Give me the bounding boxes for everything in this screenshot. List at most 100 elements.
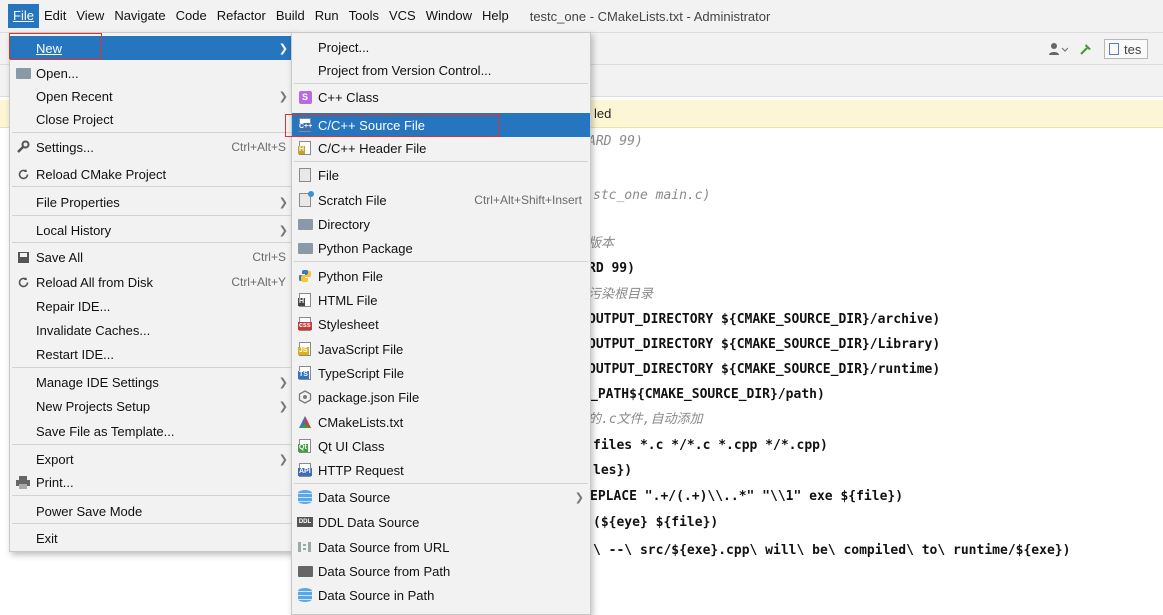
code-line: _PATH${CMAKE_SOURCE_DIR}/path)	[590, 387, 825, 402]
css-file-icon: css	[292, 317, 318, 331]
separator	[12, 495, 292, 496]
menu-item-settings[interactable]: Settings... Ctrl+Alt+S	[10, 135, 294, 159]
class-icon: S	[292, 90, 318, 104]
submenu-arrow-icon: ❯	[278, 376, 288, 389]
user-icon[interactable]	[1048, 39, 1068, 59]
folder-open-icon	[15, 67, 31, 79]
separator	[12, 186, 292, 187]
html-file-icon: H	[292, 293, 318, 307]
new-item-file[interactable]: File	[292, 163, 590, 187]
submenu-arrow-icon: ❯	[278, 90, 288, 103]
new-item-http-request[interactable]: API HTTP Request	[292, 458, 590, 482]
folder-icon	[297, 565, 313, 577]
new-item-ds-url[interactable]: Data Source from URL	[292, 535, 590, 559]
new-item-html-file[interactable]: H HTML File	[292, 288, 590, 312]
menu-item-open-recent[interactable]: Open Recent ❯	[10, 84, 294, 108]
menu-vcs[interactable]: VCS	[384, 4, 421, 28]
code-line: les})	[593, 463, 633, 478]
new-item-package-json[interactable]: package.json File	[292, 385, 590, 409]
qt-file-icon: Qt	[292, 439, 318, 453]
banner-text: led	[594, 106, 612, 121]
new-item-ddl-data-source[interactable]: DDL DDL Data Source	[292, 510, 590, 534]
new-item-qt-ui-class[interactable]: Qt Qt UI Class	[292, 434, 590, 458]
new-item-directory[interactable]: Directory	[292, 212, 590, 236]
new-item-scratch-file[interactable]: Scratch File Ctrl+Alt+Shift+Insert	[292, 188, 590, 212]
menu-window[interactable]: Window	[421, 4, 477, 28]
separator	[12, 444, 292, 445]
menu-item-manage-settings[interactable]: Manage IDE Settings ❯	[10, 370, 294, 394]
npm-icon	[292, 390, 318, 404]
new-item-python-file[interactable]: Python File	[292, 264, 590, 288]
separator	[294, 161, 588, 162]
new-item-c-source-file[interactable]: C++ C/C++ Source File	[292, 113, 590, 137]
code-line: files *.c */*.c *.cpp */*.cpp)	[593, 438, 828, 453]
new-item-data-source[interactable]: Data Source ❯	[292, 485, 590, 509]
reload-icon	[10, 168, 36, 181]
new-item-c-header-file[interactable]: H C/C++ Header File	[292, 136, 590, 160]
code-line: RD 99)	[588, 261, 635, 276]
menu-build[interactable]: Build	[271, 4, 310, 28]
menu-item-save-all[interactable]: Save All Ctrl+S	[10, 245, 294, 269]
menu-item-save-template[interactable]: Save File as Template...	[10, 419, 294, 443]
new-item-ds-path[interactable]: Data Source from Path	[292, 559, 590, 583]
menu-item-close-project[interactable]: Close Project	[10, 107, 294, 131]
submenu-arrow-icon: ❯	[574, 491, 584, 504]
menu-item-repair-ide[interactable]: Repair IDE...	[10, 294, 294, 318]
menu-item-reload-cmake[interactable]: Reload CMake Project	[10, 162, 294, 186]
menu-item-local-history[interactable]: Local History ❯	[10, 218, 294, 242]
separator	[12, 367, 292, 368]
new-item-ds-in-path[interactable]: Data Source in Path	[292, 583, 590, 607]
menu-item-new[interactable]: New ❯	[10, 36, 294, 60]
new-item-project-vcs[interactable]: Project from Version Control...	[292, 58, 590, 82]
window-title: testc_one - CMakeLists.txt - Administrat…	[529, 8, 771, 24]
menu-file[interactable]: File	[8, 4, 39, 28]
menu-view[interactable]: View	[71, 4, 109, 28]
code-line: EPLACE ".+/(.+)\\..*" "\\1" exe ${file})	[590, 489, 904, 504]
code-line: OUTPUT_DIRECTORY ${CMAKE_SOURCE_DIR}/arc…	[588, 312, 941, 327]
code-line: 污染根目录	[588, 287, 654, 302]
menu-item-file-properties[interactable]: File Properties ❯	[10, 190, 294, 214]
new-item-javascript-file[interactable]: JS JavaScript File	[292, 337, 590, 361]
menu-help[interactable]: Help	[477, 4, 514, 28]
separator	[12, 242, 292, 243]
file-menu: New ❯ Open... Open Recent ❯ Close Project …	[9, 32, 295, 552]
menu-item-print[interactable]: Print...	[10, 470, 294, 494]
code-line: stc_one main.c)	[593, 188, 711, 203]
code-line: OUTPUT_DIRECTORY ${CMAKE_SOURCE_DIR}/run…	[588, 362, 941, 377]
menu-refactor[interactable]: Refactor	[212, 4, 271, 28]
scratch-file-icon	[292, 191, 318, 207]
menu-item-power-save[interactable]: Power Save Mode	[10, 499, 294, 523]
run-config-label: tes	[1124, 41, 1142, 57]
menu-item-new-projects-setup[interactable]: New Projects Setup ❯	[10, 394, 294, 418]
new-item-cpp-class[interactable]: S C++ Class	[292, 85, 590, 109]
menu-item-restart-ide[interactable]: Restart IDE...	[10, 342, 294, 366]
menu-tools[interactable]: Tools	[344, 4, 384, 28]
cmake-icon	[292, 415, 318, 429]
separator	[12, 215, 292, 216]
submenu-arrow-icon: ❯	[278, 400, 288, 413]
separator	[294, 83, 588, 84]
printer-icon	[10, 475, 36, 489]
new-item-typescript-file[interactable]: TS TypeScript File	[292, 361, 590, 385]
new-item-stylesheet[interactable]: css Stylesheet	[292, 312, 590, 336]
folder-icon	[297, 218, 313, 230]
ts-file-icon: TS	[292, 366, 318, 380]
menu-item-invalidate-caches[interactable]: Invalidate Caches...	[10, 318, 294, 342]
menu-item-export[interactable]: Export ❯	[10, 447, 294, 471]
separator	[12, 132, 292, 133]
new-item-cmakelists[interactable]: CMakeLists.txt	[292, 410, 590, 434]
menu-item-reload-disk[interactable]: Reload All from Disk Ctrl+Alt+Y	[10, 270, 294, 294]
code-line: OUTPUT_DIRECTORY ${CMAKE_SOURCE_DIR}/Lib…	[588, 337, 941, 352]
run-config-selector[interactable]: tes	[1104, 39, 1149, 59]
menu-run[interactable]: Run	[310, 4, 344, 28]
menu-code[interactable]: Code	[171, 4, 212, 28]
menu-edit[interactable]: Edit	[39, 4, 71, 28]
build-hammer-icon[interactable]	[1078, 39, 1094, 59]
c-header-file-icon: H	[292, 141, 318, 155]
new-item-project[interactable]: Project...	[292, 35, 590, 59]
menu-item-exit[interactable]: Exit	[10, 526, 294, 550]
new-item-python-package[interactable]: Python Package	[292, 236, 590, 260]
code-line: ARD 99)	[588, 134, 643, 149]
menu-item-open[interactable]: Open...	[10, 61, 294, 85]
menu-navigate[interactable]: Navigate	[109, 4, 170, 28]
